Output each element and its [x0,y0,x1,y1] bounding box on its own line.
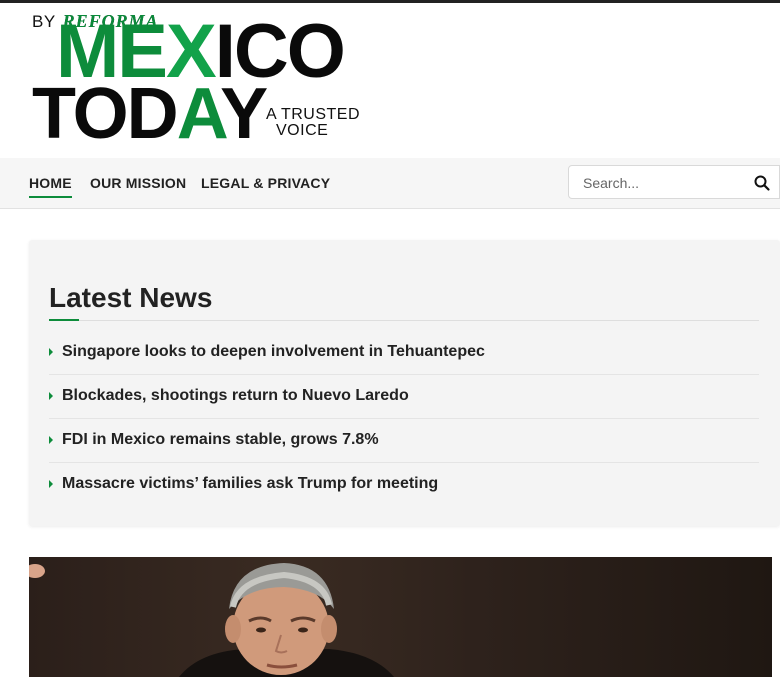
caret-right-icon [49,480,53,488]
site-header: BY REFORMA MEXICO TODAY A TRUSTED VOICE [0,3,780,158]
main-nav: HOME OUR MISSION LEGAL & PRIVACY [0,158,780,209]
search-icon[interactable] [753,174,771,192]
news-headline[interactable]: Massacre victims’ families ask Trump for… [62,475,438,493]
news-item[interactable]: Singapore looks to deepen involvement in… [49,331,759,375]
featured-article-image[interactable] [29,557,772,677]
search-box [568,165,780,200]
latest-news-widget: Latest News Singapore looks to deepen in… [29,240,780,526]
news-headline[interactable]: Singapore looks to deepen involvement in… [62,343,485,361]
caret-right-icon [49,392,53,400]
nav-home[interactable]: HOME [29,175,72,198]
news-item[interactable]: Blockades, shootings return to Nuevo Lar… [49,375,759,419]
news-item[interactable]: FDI in Mexico remains stable, grows 7.8% [49,419,759,463]
latest-news-list: Singapore looks to deepen involvement in… [49,331,759,506]
featured-photo [29,563,394,677]
logo-today: TODAY [32,74,268,154]
news-headline[interactable]: Blockades, shootings return to Nuevo Lar… [62,387,409,405]
logo-tagline: A TRUSTED VOICE [266,106,360,139]
search-input[interactable] [581,166,745,200]
site-logo[interactable]: BY REFORMA MEXICO TODAY A TRUSTED VOICE [32,11,372,154]
nav-legal-privacy[interactable]: LEGAL & PRIVACY [201,175,330,191]
latest-news-title: Latest News [49,282,213,313]
news-item[interactable]: Massacre victims’ families ask Trump for… [49,463,759,506]
caret-right-icon [49,436,53,444]
logo-by: BY [32,12,56,31]
news-headline[interactable]: FDI in Mexico remains stable, grows 7.8% [62,431,379,449]
nav-our-mission[interactable]: OUR MISSION [90,175,186,191]
latest-news-accent [49,319,79,321]
caret-right-icon [49,348,53,356]
latest-news-divider [49,320,759,321]
